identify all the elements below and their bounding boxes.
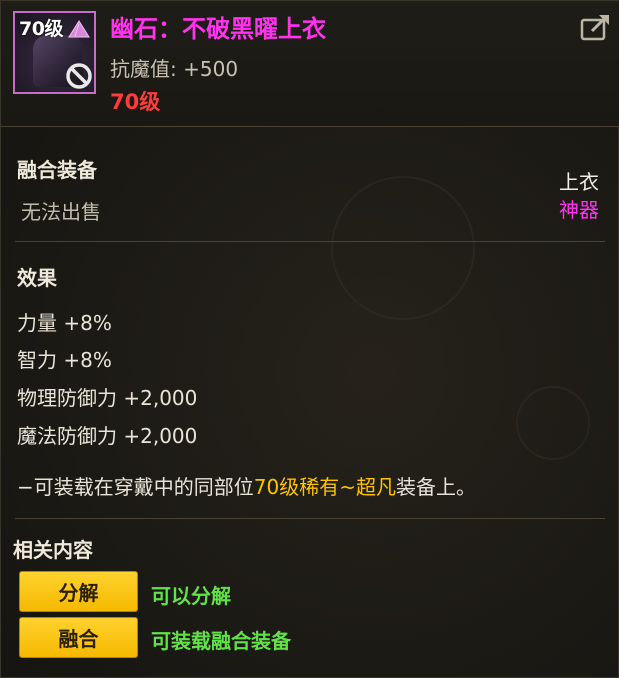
- trade-status: 无法出售: [21, 200, 101, 224]
- related-title: 相关内容: [13, 538, 93, 562]
- divider-1: [15, 241, 605, 242]
- stat-line: 抗魔值: +500: [110, 53, 238, 82]
- item-tooltip: 70级 幽石：不破黑曜上衣 抗魔值: +500 70级 融合装备 无法出售 上衣…: [0, 0, 619, 678]
- background-rune-ring: [331, 176, 475, 320]
- fusion-desc: 可装载融合装备: [151, 629, 291, 653]
- tooltip-header: 70级 幽石：不破黑曜上衣 抗魔值: +500 70级: [1, 1, 619, 127]
- item-name: 幽石：不破黑曜上衣: [110, 15, 326, 43]
- effect-line: 智力 +8%: [17, 348, 112, 372]
- divider-2: [15, 518, 605, 519]
- category-label: 融合装备: [17, 158, 97, 182]
- level-requirement: 70级: [110, 90, 161, 114]
- rarity-triangle-icon: [68, 20, 90, 38]
- fusion-button[interactable]: 融合: [19, 617, 138, 658]
- effect-line: 魔法防御力 +2,000: [17, 424, 198, 448]
- effect-line: 力量 +8%: [17, 311, 112, 335]
- background-rune-orb: [516, 386, 590, 460]
- effect-line: 物理防御力 +2,000: [17, 386, 198, 410]
- share-icon[interactable]: [579, 11, 613, 43]
- equip-note-prefix: −可装载在穿戴中的同部位: [17, 475, 254, 499]
- stat-label: 抗魔值:: [110, 57, 177, 81]
- equip-note-highlight: 70级稀有~超凡: [253, 475, 396, 499]
- slot-label: 上衣: [559, 170, 599, 194]
- stat-value: +500: [183, 57, 239, 81]
- equip-note: −可装载在穿戴中的同部位70级稀有~超凡装备上。: [17, 471, 476, 500]
- icon-level-label: 70级: [19, 18, 63, 40]
- item-icon: 70级: [13, 11, 96, 94]
- grade-label: 神器: [559, 198, 599, 222]
- disassemble-button[interactable]: 分解: [19, 571, 138, 612]
- effects-title: 效果: [17, 266, 57, 290]
- equip-note-suffix: 装备上。: [395, 475, 476, 499]
- disassemble-desc: 可以分解: [151, 584, 231, 608]
- no-sell-icon: [66, 63, 92, 89]
